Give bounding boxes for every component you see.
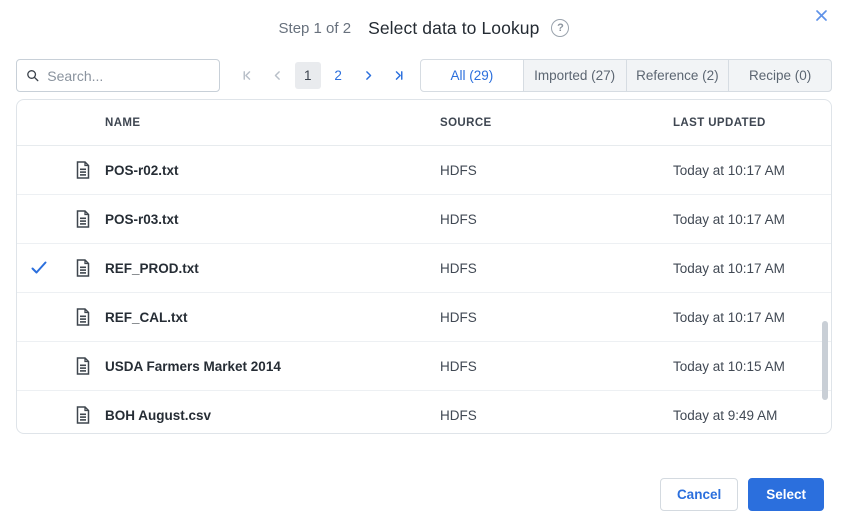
- dataset-last-updated: Today at 10:17 AM: [673, 309, 785, 325]
- dataset-name: BOH August.csv: [105, 407, 212, 423]
- tab-imported[interactable]: Imported (27): [522, 59, 627, 92]
- close-button[interactable]: [810, 4, 832, 26]
- table-row[interactable]: POS-r02.txt HDFS Today at 10:17 AM: [17, 146, 831, 195]
- dataset-last-updated: Today at 10:17 AM: [673, 260, 785, 276]
- check-icon: [31, 261, 47, 274]
- data-file-icon: [76, 161, 90, 179]
- cancel-button[interactable]: Cancel: [659, 478, 739, 511]
- help-icon[interactable]: ?: [551, 19, 570, 37]
- tab-recipe[interactable]: Recipe (0): [728, 59, 832, 92]
- dataset-source: HDFS: [440, 309, 477, 325]
- search-icon: [27, 70, 39, 82]
- table-row[interactable]: POS-r03.txt HDFS Today at 10:17 AM: [17, 195, 831, 244]
- dataset-last-updated: Today at 10:15 AM: [673, 358, 785, 374]
- next-page-button[interactable]: [356, 62, 382, 89]
- select-button[interactable]: Select: [748, 478, 824, 511]
- dataset-source: HDFS: [440, 260, 477, 276]
- table-row[interactable]: USDA Farmers Market 2014 HDFS Today at 1…: [17, 342, 831, 391]
- dataset-last-updated: Today at 9:49 AM: [673, 407, 778, 423]
- dataset-last-updated: Today at 10:17 AM: [673, 162, 785, 178]
- step-indicator: Step 1 of 2: [278, 19, 352, 37]
- tab-all[interactable]: All (29): [420, 59, 524, 92]
- dataset-source: HDFS: [440, 211, 477, 227]
- data-file-icon: [76, 308, 90, 326]
- filter-tabs: All (29) Imported (27) Reference (2) Rec…: [420, 59, 832, 92]
- dialog-header: Step 1 of 2 Select data to Lookup ?: [0, 0, 848, 42]
- dialog-footer: Cancel Select: [659, 478, 824, 511]
- dataset-name: REF_PROD.txt: [105, 260, 199, 276]
- chevron-right-icon: [366, 71, 372, 80]
- dataset-last-updated: Today at 10:17 AM: [673, 211, 785, 227]
- dataset-name: POS-r02.txt: [105, 162, 179, 178]
- tab-reference[interactable]: Reference (2): [625, 59, 730, 92]
- data-file-icon: [76, 406, 90, 424]
- select-data-lookup-dialog: Step 1 of 2 Select data to Lookup ? Sear…: [0, 0, 848, 525]
- search-input[interactable]: [47, 67, 210, 84]
- dataset-name: USDA Farmers Market 2014: [105, 358, 281, 374]
- search-box: [16, 59, 220, 92]
- last-page-icon: [396, 71, 403, 80]
- last-page-button[interactable]: [386, 62, 412, 89]
- prev-page-button[interactable]: [264, 62, 290, 89]
- dataset-source: HDFS: [440, 162, 477, 178]
- dataset-source: HDFS: [440, 407, 477, 423]
- dataset-source: HDFS: [440, 358, 477, 374]
- column-header-last-updated: LAST UPDATED: [673, 116, 766, 129]
- table-header-row: NAME SOURCE LAST UPDATED: [17, 100, 831, 146]
- first-page-button[interactable]: [234, 62, 260, 89]
- close-icon: [815, 9, 827, 21]
- dataset-table: NAME SOURCE LAST UPDATED POS-r02.txt HDF…: [16, 99, 832, 434]
- chevron-left-icon: [274, 71, 280, 80]
- first-page-icon: [243, 71, 250, 80]
- column-header-name: NAME: [105, 116, 141, 129]
- dataset-name: REF_CAL.txt: [105, 309, 188, 325]
- pagination: 1 2: [234, 62, 412, 89]
- dialog-title: Select data to Lookup: [368, 17, 540, 38]
- dataset-name: POS-r03.txt: [105, 211, 179, 227]
- table-row[interactable]: BOH August.csv HDFS Today at 9:49 AM: [17, 391, 831, 433]
- table-scrollbar-thumb[interactable]: [822, 321, 828, 400]
- column-header-source: SOURCE: [440, 116, 492, 129]
- page-2-button[interactable]: 2: [325, 62, 351, 89]
- page-1-button[interactable]: 1: [294, 62, 321, 89]
- data-file-icon: [76, 357, 90, 375]
- data-file-icon: [76, 210, 90, 228]
- table-row[interactable]: REF_PROD.txt HDFS Today at 10:17 AM: [17, 244, 831, 293]
- table-row[interactable]: REF_CAL.txt HDFS Today at 10:17 AM: [17, 293, 831, 342]
- data-file-icon: [76, 259, 90, 277]
- toolbar: 1 2 All (29) Imported (27) Reference (2)…: [16, 59, 832, 92]
